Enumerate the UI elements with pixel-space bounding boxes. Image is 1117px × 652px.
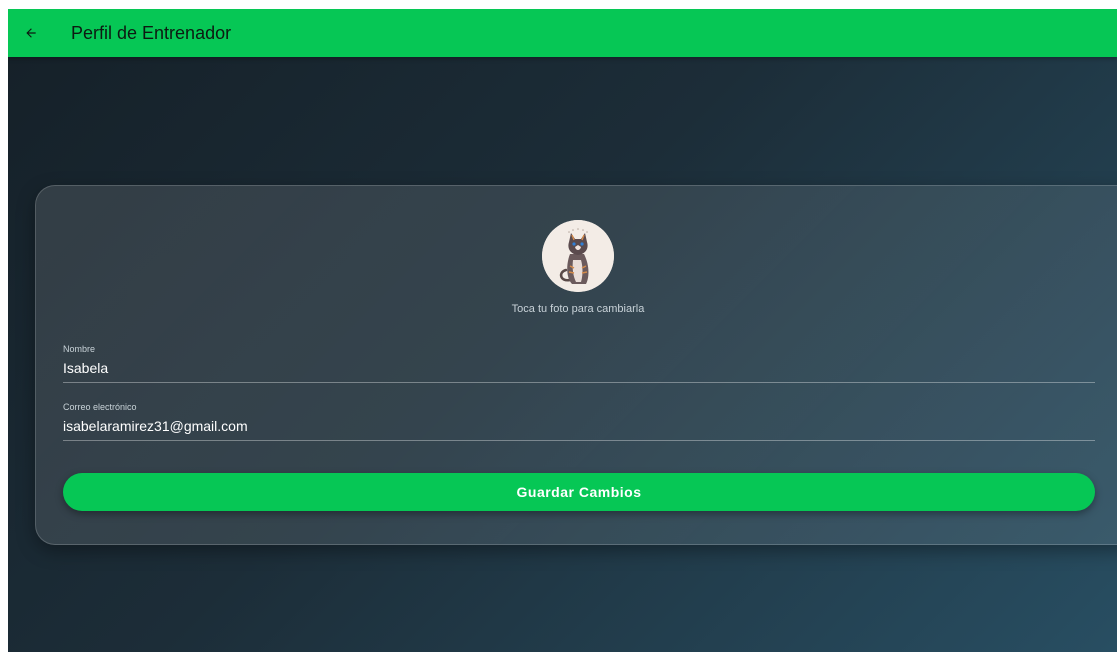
email-field-label: Correo electrónico (63, 402, 137, 412)
email-field: Correo electrónico (63, 402, 1095, 441)
save-button[interactable]: Guardar Cambios (63, 473, 1095, 511)
avatar[interactable] (542, 220, 614, 292)
cat-avatar-image (542, 220, 614, 292)
name-field: Nombre (63, 344, 1095, 383)
profile-card: Toca tu foto para cambiarla Nombre Corre… (35, 185, 1117, 545)
email-input[interactable] (63, 414, 1095, 441)
back-button[interactable] (8, 9, 54, 57)
app-window: Perfil de Entrenador Toca tu foto para c… (8, 9, 1117, 652)
arrow-back-icon (26, 28, 36, 38)
page-title: Perfil de Entrenador (71, 22, 232, 43)
app-bar: Perfil de Entrenador (8, 9, 1117, 57)
avatar-hint-text: Toca tu foto para cambiarla (511, 303, 645, 315)
name-field-label: Nombre (63, 344, 96, 354)
name-input[interactable] (63, 356, 1095, 383)
